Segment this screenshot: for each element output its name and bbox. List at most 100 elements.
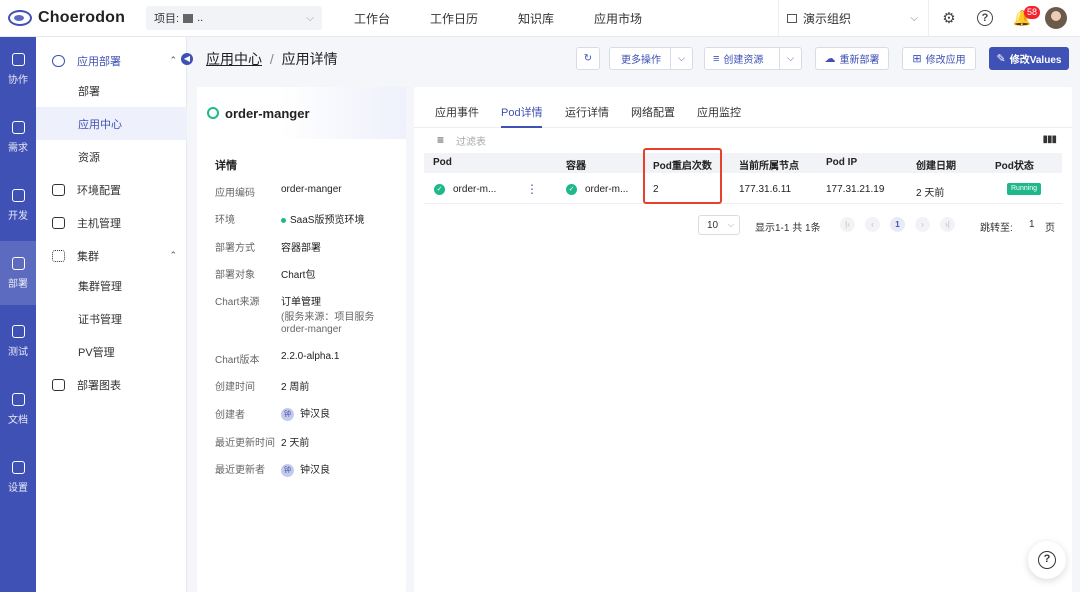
sidebar-item-env-config[interactable]: 环境配置 — [36, 173, 187, 206]
modify-values-button[interactable]: ✎ 修改Values — [989, 47, 1069, 70]
sidebar-item-app-center[interactable]: 应用中心 — [36, 107, 187, 140]
tab-app-monitor[interactable]: 应用监控 — [697, 104, 741, 120]
page-title: 应用详情 — [281, 51, 338, 67]
field-value: 2 天前 — [281, 438, 310, 449]
column-header: Pod IP — [826, 157, 858, 168]
sidebar-item-resources[interactable]: 资源 — [36, 140, 187, 173]
chevron-down-icon: ⌵ — [727, 220, 734, 229]
bar-chart-icon — [52, 378, 65, 391]
modify-app-button[interactable]: ⊞ 修改应用 — [902, 47, 976, 70]
field-key: 部署对象 — [215, 270, 255, 281]
logo[interactable]: Choerodon — [0, 9, 140, 27]
rail-item-settings[interactable]: 设置 — [0, 445, 36, 509]
choerodon-logo-icon — [8, 10, 32, 26]
jump-label: 跳转至: — [980, 223, 1013, 234]
columns-icon[interactable]: ▮▮▮ — [1042, 134, 1056, 145]
column-header: 当前所属节点 — [739, 161, 799, 172]
requirement-icon — [11, 120, 25, 134]
rail-item-collaboration[interactable]: 协作 — [0, 37, 36, 101]
pod-cell[interactable]: ✓ order-m... — [434, 184, 496, 195]
nav-calendar[interactable]: 工作日历 — [410, 10, 498, 27]
redeploy-button[interactable]: ☁ 重新部署 — [815, 47, 889, 70]
prev-page-icon[interactable]: ‹ — [865, 217, 880, 232]
nav-market[interactable]: 应用市场 — [574, 10, 662, 27]
code-icon — [11, 188, 25, 202]
tab-network-config[interactable]: 网络配置 — [631, 104, 675, 120]
tab-run-details[interactable]: 运行详情 — [565, 104, 609, 120]
redeploy-label: 重新部署 — [839, 55, 880, 66]
collapse-sidebar-button[interactable]: ◀ — [181, 53, 193, 65]
sidebar-item-pv-manage[interactable]: PV管理 — [36, 335, 187, 368]
sidebar-item-label: 集群管理 — [78, 280, 122, 293]
field-value-user: 钟钟汉良 — [281, 461, 330, 477]
sidebar-item-deploy[interactable]: 部署 — [36, 74, 187, 107]
check-circle-icon: ✓ — [566, 184, 577, 195]
container-name: order-m... — [585, 184, 629, 196]
sidebar-item-deploy-chart[interactable]: 部署图表 — [36, 368, 187, 401]
rail-item-deploy[interactable]: 部署 — [0, 241, 36, 305]
filter-input[interactable]: 过滤表 — [456, 133, 486, 148]
sidebar-item-label: 部署图表 — [77, 379, 121, 392]
user-avatar[interactable] — [1045, 7, 1067, 29]
page-size-value: 10 — [707, 219, 719, 231]
last-page-icon[interactable]: ›| — [940, 217, 955, 232]
env-status-dot — [281, 217, 286, 223]
nav-knowledge[interactable]: 知识库 — [498, 10, 574, 27]
organization-icon — [787, 14, 797, 23]
container-cell[interactable]: ✓ order-m... — [566, 184, 628, 195]
settings-icon — [11, 460, 25, 474]
nav-workbench[interactable]: 工作台 — [334, 10, 410, 27]
pod-detail-panel: 应用事件 Pod详情 运行详情 网络配置 应用监控 ≡ 过滤表 ▮▮▮ Pod … — [414, 87, 1072, 592]
field-key: Chart版本 — [215, 355, 260, 366]
notification-badge: 58 — [1024, 6, 1041, 19]
next-page-icon[interactable]: › — [915, 217, 930, 232]
create-resource-label: 创建资源 — [723, 55, 764, 66]
sidebar-group-app-deploy[interactable]: 应用部署 ⌃ — [36, 44, 187, 77]
filter-icon[interactable]: ≡ — [437, 133, 444, 147]
help-button[interactable]: ? — [1028, 541, 1066, 579]
first-page-icon[interactable]: |‹ — [840, 217, 855, 232]
column-header: 创建日期 — [916, 161, 956, 172]
field-key: 创建时间 — [215, 382, 255, 393]
breadcrumb-separator: / — [269, 51, 274, 67]
refresh-button[interactable]: ↻ — [576, 47, 600, 70]
server-icon — [52, 216, 65, 229]
sidebar-item-host-manage[interactable]: 主机管理 — [36, 206, 187, 239]
table-header: Pod 容器 Pod重启次数 当前所属节点 Pod IP 创建日期 Pod状态 — [424, 153, 1062, 173]
tab-pod-details[interactable]: Pod详情 — [501, 104, 543, 120]
page-size-select[interactable]: 10 ⌵ — [698, 215, 740, 235]
field-value-sub: order-manger — [281, 324, 342, 335]
redacted-block — [183, 13, 194, 23]
sidebar-item-label: 集群 — [77, 250, 99, 263]
modify-values-label: 修改Values — [1009, 55, 1062, 66]
field-key: 创建者 — [215, 410, 245, 421]
page-number-button[interactable]: 1 — [890, 217, 905, 232]
rail-item-test[interactable]: 测试 — [0, 309, 36, 373]
rail-item-docs[interactable]: 文档 — [0, 377, 36, 441]
chevron-down-icon[interactable]: ⌵ — [779, 48, 801, 69]
chevron-down-icon[interactable]: ⌵ — [670, 48, 692, 69]
jump-input[interactable]: 1 — [1029, 219, 1035, 239]
project-select[interactable]: 项目: .. ⌵ — [146, 6, 322, 30]
rail-item-requirement[interactable]: 需求 — [0, 105, 36, 169]
sidebar-item-label: PV管理 — [78, 346, 115, 359]
create-resource-button[interactable]: ≡ 创建资源 ⌵ — [704, 47, 802, 70]
tab-app-events[interactable]: 应用事件 — [435, 104, 479, 120]
app-header: order-manger — [197, 87, 406, 139]
more-actions-button[interactable]: 更多操作 ⌵ — [609, 47, 693, 70]
gear-icon[interactable]: ⚙ — [940, 9, 958, 27]
more-vertical-icon[interactable]: ⋮ — [526, 182, 538, 196]
top-nav: 工作台 工作日历 知识库 应用市场 — [334, 10, 662, 27]
sidebar-item-cert-manage[interactable]: 证书管理 — [36, 302, 187, 335]
help-icon[interactable]: ? — [977, 10, 993, 26]
breadcrumb-parent-link[interactable]: 应用中心 — [206, 51, 262, 67]
sidebar-item-cluster-manage[interactable]: 集群管理 — [36, 269, 187, 302]
rail-label: 需求 — [8, 142, 28, 154]
sidebar-group-cluster[interactable]: 集群 ⌃ — [36, 239, 187, 272]
rail-item-develop[interactable]: 开发 — [0, 173, 36, 237]
sidebar-item-label: 部署 — [78, 85, 100, 98]
field-value: 容器部署 — [281, 243, 321, 254]
field-key: 环境 — [215, 215, 235, 226]
org-select[interactable]: 演示组织 ⌵ — [778, 0, 929, 37]
sidebar-item-label: 主机管理 — [77, 217, 121, 230]
